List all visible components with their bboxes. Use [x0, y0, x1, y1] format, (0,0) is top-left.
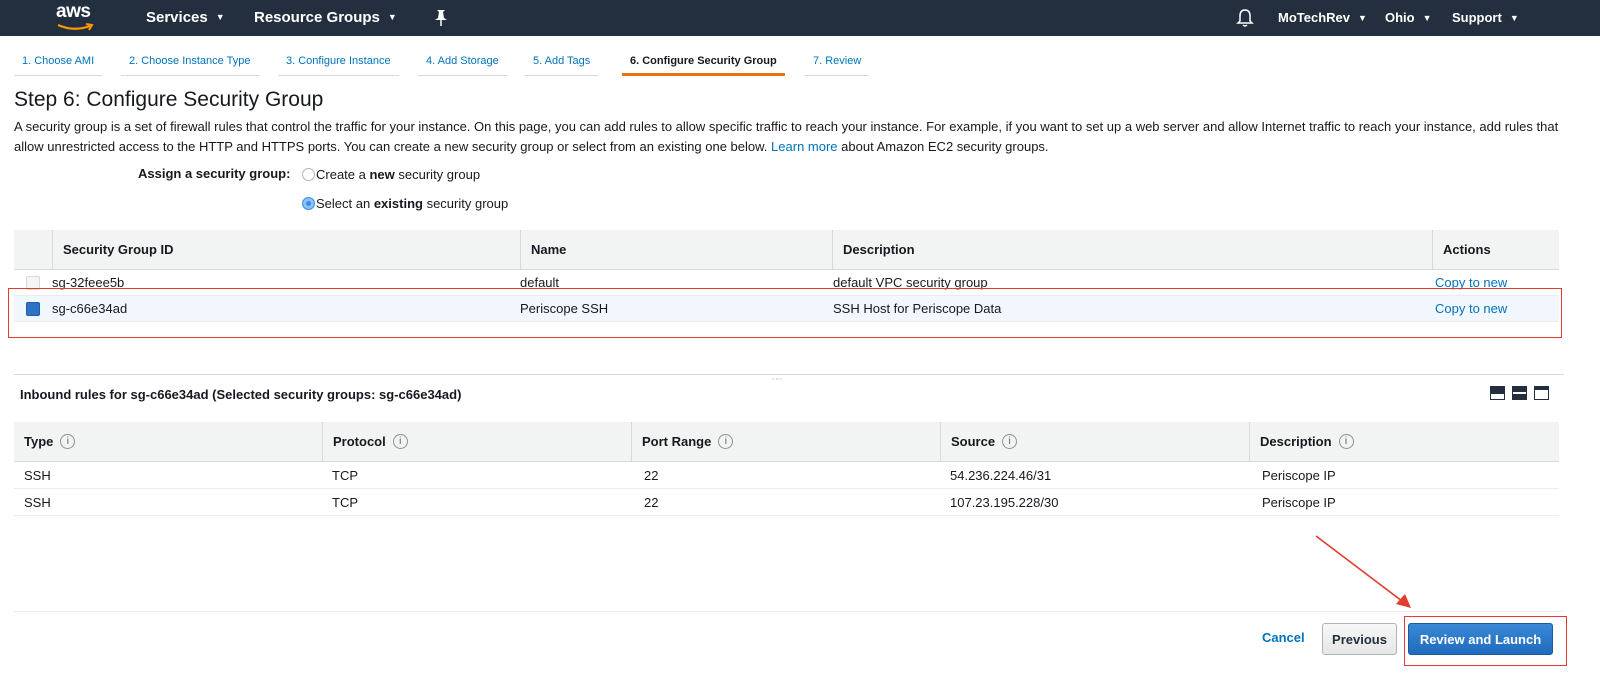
col-name[interactable]: Name — [520, 230, 832, 270]
services-label: Services — [146, 9, 208, 26]
radio-button-selected[interactable] — [302, 197, 315, 211]
aws-logo[interactable]: aws — [56, 1, 98, 33]
col-actions: Actions — [1432, 230, 1559, 270]
row-type: SSH — [24, 468, 51, 483]
col-type-label: Type — [24, 434, 54, 449]
chevron-down-icon: ▼ — [215, 12, 225, 23]
support-label: Support — [1452, 10, 1502, 25]
tab-configure-security-group[interactable]: 6. Configure Security Group — [622, 50, 785, 76]
assign-security-group-label: Assign a security group: — [138, 166, 291, 181]
intro-text: A security group is a set of firewall ru… — [14, 117, 1574, 157]
info-icon[interactable]: i — [718, 434, 734, 450]
intro-text-part2: about Amazon EC2 security groups. — [841, 139, 1049, 154]
radio-create-new-label-bold: new — [369, 167, 395, 182]
annotation-arrow-icon — [1315, 535, 1411, 608]
chevron-down-icon: ▼ — [1358, 12, 1367, 23]
tab-choose-ami[interactable]: 1. Choose AMI — [14, 50, 103, 76]
tab-add-tags[interactable]: 5. Add Tags — [525, 50, 599, 76]
tab-review[interactable]: 7. Review — [805, 50, 870, 76]
highlight-box-launch-button — [1404, 616, 1567, 666]
row-port-range: 22 — [644, 468, 659, 483]
panel-splitter[interactable] — [14, 374, 1564, 375]
table-row: SSH TCP 22 107.23.195.228/30 Periscope I… — [14, 489, 1559, 516]
radio-select-existing-label-post: security group — [422, 196, 509, 211]
info-icon[interactable]: i — [1002, 434, 1018, 450]
account-label: MoTechRev — [1278, 10, 1350, 25]
col-source-label: Source — [951, 434, 996, 449]
row-port-range: 22 — [644, 495, 659, 510]
row-description: Periscope IP — [1262, 495, 1336, 510]
radio-select-existing-label-pre: Select an — [316, 196, 374, 211]
row-source: 107.23.195.228/30 — [950, 495, 1059, 510]
account-menu[interactable]: MoTechRev ▼ — [1278, 0, 1367, 36]
chevron-down-icon: ▼ — [1422, 12, 1432, 23]
resource-groups-label: Resource Groups — [254, 9, 380, 26]
col-port-range-label: Port Range — [642, 434, 712, 449]
chevron-down-icon: ▼ — [1509, 12, 1519, 23]
region-menu[interactable]: Ohio ▼ — [1385, 0, 1432, 36]
col-source: Source i — [940, 422, 1249, 462]
cancel-button[interactable]: Cancel — [1262, 630, 1305, 645]
col-security-group-id[interactable]: Security Group ID — [52, 230, 520, 270]
table-header: Security Group ID Name Description Actio… — [14, 230, 1559, 270]
table-header: Type i Protocol i Port Range i Source i Desc… — [14, 422, 1559, 462]
region-label: Ohio — [1385, 10, 1415, 25]
col-description-label: Description — [1260, 434, 1332, 449]
row-type: SSH — [24, 495, 51, 510]
learn-more-link[interactable]: Learn more — [771, 139, 837, 154]
col-type: Type i — [14, 422, 322, 462]
previous-button[interactable]: Previous — [1322, 623, 1397, 655]
tab-add-storage[interactable]: 4. Add Storage — [418, 50, 507, 76]
aws-logo-text: aws — [56, 1, 91, 22]
highlight-box-selected-row — [8, 288, 1562, 338]
pin-icon[interactable] — [432, 8, 450, 28]
info-icon[interactable]: i — [392, 434, 408, 450]
info-icon[interactable]: i — [60, 434, 76, 450]
chevron-down-icon: ▼ — [387, 12, 397, 23]
drag-handle-icon[interactable]: ▫▫▫ — [772, 376, 782, 383]
row-protocol: TCP — [332, 468, 358, 483]
col-description[interactable]: Description — [832, 230, 1432, 270]
row-description: Periscope IP — [1262, 468, 1336, 483]
col-description: Description i — [1249, 422, 1559, 462]
tab-choose-instance-type[interactable]: 2. Choose Instance Type — [121, 50, 259, 76]
layout-full-icon[interactable] — [1534, 386, 1549, 400]
layout-bottom-icon[interactable] — [1490, 386, 1505, 400]
col-protocol: Protocol i — [322, 422, 631, 462]
radio-create-new-label-pre: Create a — [316, 167, 370, 182]
page-title: Step 6: Configure Security Group — [14, 88, 324, 111]
aws-smile-icon — [57, 23, 94, 31]
row-source: 54.236.224.46/31 — [950, 468, 1052, 483]
radio-select-existing[interactable]: Select an existing security group — [302, 195, 508, 213]
services-menu[interactable]: Services ▼ — [146, 0, 225, 36]
radio-button[interactable] — [302, 168, 315, 182]
radio-select-existing-label-bold: existing — [373, 196, 423, 211]
inbound-rules-title: Inbound rules for sg-c66e34ad (Selected … — [20, 387, 462, 402]
radio-create-new-label-post: security group — [394, 167, 481, 182]
support-menu[interactable]: Support ▼ — [1452, 0, 1519, 36]
table-row: SSH TCP 22 54.236.224.46/31 Periscope IP — [14, 462, 1559, 489]
col-protocol-label: Protocol — [333, 434, 386, 449]
tab-configure-instance[interactable]: 3. Configure Instance — [278, 50, 399, 76]
top-nav-bar: aws Services ▼ Resource Groups ▼ MoTechRev… — [0, 0, 1600, 36]
radio-create-new[interactable]: Create a new security group — [302, 166, 480, 184]
col-port-range: Port Range i — [631, 422, 940, 462]
layout-split-icon[interactable] — [1512, 386, 1527, 400]
row-protocol: TCP — [332, 495, 358, 510]
info-icon[interactable]: i — [1338, 434, 1354, 450]
bell-icon[interactable] — [1236, 7, 1254, 29]
resource-groups-menu[interactable]: Resource Groups ▼ — [254, 0, 397, 36]
